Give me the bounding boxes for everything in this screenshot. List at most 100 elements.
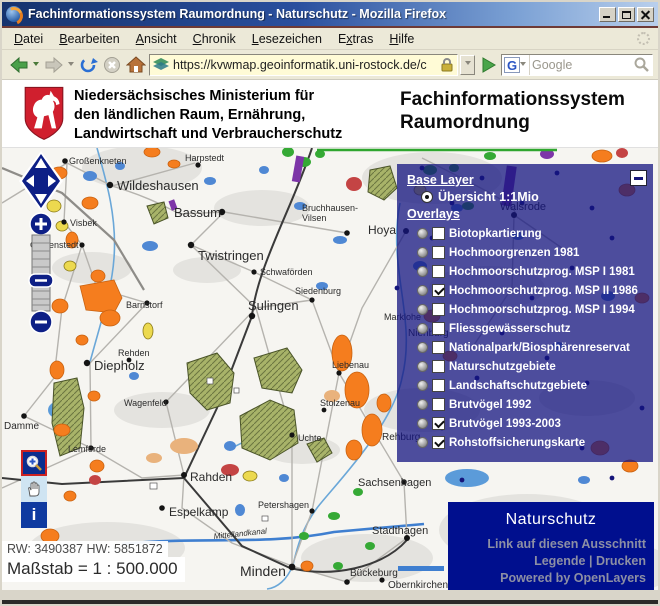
overlay-row[interactable]: Landschaftschutzgebiete [417,376,647,395]
layer-status-icon [417,266,428,277]
firefox-icon [6,6,22,22]
overlay-checkbox[interactable] [432,322,445,335]
page-title: Fachinformationssystem Raumordnung [400,88,625,134]
link-powered-by-openlayers[interactable]: Powered by OpenLayers [500,571,646,585]
search-input[interactable] [530,56,633,74]
overlay-row[interactable]: Naturschutzgebiete [417,357,647,376]
site-favicon [153,58,169,72]
google-logo-icon: G [504,57,520,73]
overlay-row[interactable]: Hochmoorschutzprog. MSP I 1981 [417,262,647,281]
overlay-checkbox[interactable] [432,246,445,259]
navigation-toolbar: https://kvwmap.geoinformatik.uni-rostock… [2,50,658,80]
svg-text:Visbek: Visbek [70,218,97,228]
scale-readout: Maßstab = 1 : 500.000 [2,557,185,582]
overlay-checkbox[interactable] [432,436,445,449]
forward-dropdown[interactable] [68,62,74,69]
overlay-checkbox[interactable] [432,417,445,430]
link-extent[interactable]: Link auf diesen Ausschnitt [487,537,646,551]
overlay-row[interactable]: Fliessgewässerschutz [417,319,647,338]
lock-icon [440,57,454,72]
back-icon [8,55,30,75]
search-engine-button[interactable]: G [502,55,530,75]
overlay-row[interactable]: Nationalpark/Biosphärenreservat [417,338,647,357]
overlay-row[interactable]: Hochmoorschutzprog. MSP II 1986 [417,281,647,300]
overlay-row[interactable]: Hochmoorgrenzen 1981 [417,243,647,262]
svg-text:Bruchhausen-: Bruchhausen- [302,203,358,213]
menu-hilfe[interactable]: Hilfe [381,30,422,48]
overlays-heading: Overlays [407,207,647,221]
overlay-checkbox[interactable] [432,379,445,392]
reload-button[interactable] [77,53,99,77]
overlay-checkbox[interactable] [432,284,445,297]
overlay-checkbox[interactable] [432,341,445,354]
base-layer-option[interactable]: Übersicht 1:1Mio [421,190,647,204]
overlay-row[interactable]: Biotopkartierung [417,224,647,243]
theme-title: Naturschutz [448,511,654,529]
base-layer-radio[interactable] [421,191,433,203]
overlay-checkbox[interactable] [432,227,445,240]
zoom-out-button[interactable] [30,311,52,333]
svg-text:Rehden: Rehden [118,348,150,358]
url-bar[interactable]: https://kvwmap.geoinformatik.uni-rostock… [149,54,458,76]
home-button[interactable] [125,53,147,77]
forward-button[interactable] [42,53,66,77]
steinhuder-meer [445,469,489,487]
menu-bearbeiten[interactable]: Bearbeiten [51,30,127,48]
overlay-row[interactable]: Brutvögel 1993-2003 [417,414,647,433]
menu-lesezeichen[interactable]: Lesezeichen [244,30,330,48]
svg-text:Minden: Minden [240,563,286,579]
layer-status-icon [417,361,428,372]
hand-icon [25,480,43,498]
layer-status-icon [417,437,428,448]
link-print[interactable]: Drucken [596,554,646,568]
search-box[interactable]: G [501,54,653,76]
overlay-checkbox[interactable] [432,398,445,411]
throbber-icon [637,32,650,45]
zoom-in-button[interactable] [30,213,52,235]
menu-datei[interactable]: Datei [6,30,51,48]
svg-text:Schwaförden: Schwaförden [260,267,313,277]
lower-saxony-coat-of-arms [23,86,65,142]
zoom-box-tool-button[interactable] [21,450,47,476]
menu-ansicht[interactable]: Ansicht [128,30,185,48]
reload-icon [78,55,98,75]
url-text[interactable]: https://kvwmap.geoinformatik.uni-rostock… [173,58,440,72]
link-legend[interactable]: Legende [534,554,585,568]
overlay-row[interactable]: Brutvögel 1992 [417,395,647,414]
close-button[interactable] [637,7,654,22]
maximize-button[interactable] [618,7,635,22]
go-button[interactable] [477,53,499,77]
url-history-dropdown[interactable] [460,55,475,75]
layer-status-icon [417,418,428,429]
base-layer-heading: Base Layer [407,173,647,187]
layer-status-icon [417,399,428,410]
zoom-slider-track[interactable] [32,235,50,311]
site-header: Niedersächsisches Ministerium für den lä… [2,80,658,148]
layer-status-icon [417,228,428,239]
menu-chronik[interactable]: Chronik [185,30,244,48]
back-dropdown[interactable] [33,62,39,69]
minimize-button[interactable] [599,7,616,22]
layer-switcher-minimize-button[interactable] [630,170,647,186]
map-viewport[interactable]: Großenkneten Harpstedt Wildeshausen Visb… [2,148,658,590]
menu-extras[interactable]: Extras [330,30,381,48]
overlay-checkbox[interactable] [432,265,445,278]
map-tools: i [21,450,47,528]
overlay-checkbox[interactable] [432,360,445,373]
theme-info-panel: Naturschutz Link auf diesen Ausschnitt L… [448,502,654,590]
panzoom-control[interactable] [19,151,63,340]
overlay-row[interactable]: Rohstoffsicherungskarte [417,433,647,452]
pan-control[interactable] [19,151,63,211]
overlay-row[interactable]: Hochmoorschutzprog. MSP I 1994 [417,300,647,319]
search-engine-dropdown[interactable] [520,62,526,69]
stop-button[interactable] [101,53,123,77]
ministry-name: Niedersächsisches Ministerium für den lä… [74,87,342,144]
pan-tool-button[interactable] [21,476,47,502]
zoom-slider-handle[interactable] [29,274,53,287]
back-button[interactable] [7,53,31,77]
layer-status-icon [417,380,428,391]
info-icon: i [32,505,37,525]
info-tool-button[interactable]: i [21,502,47,528]
overlay-checkbox[interactable] [432,303,445,316]
title-bar[interactable]: Fachinformationssystem Raumordnung - Nat… [2,2,658,26]
